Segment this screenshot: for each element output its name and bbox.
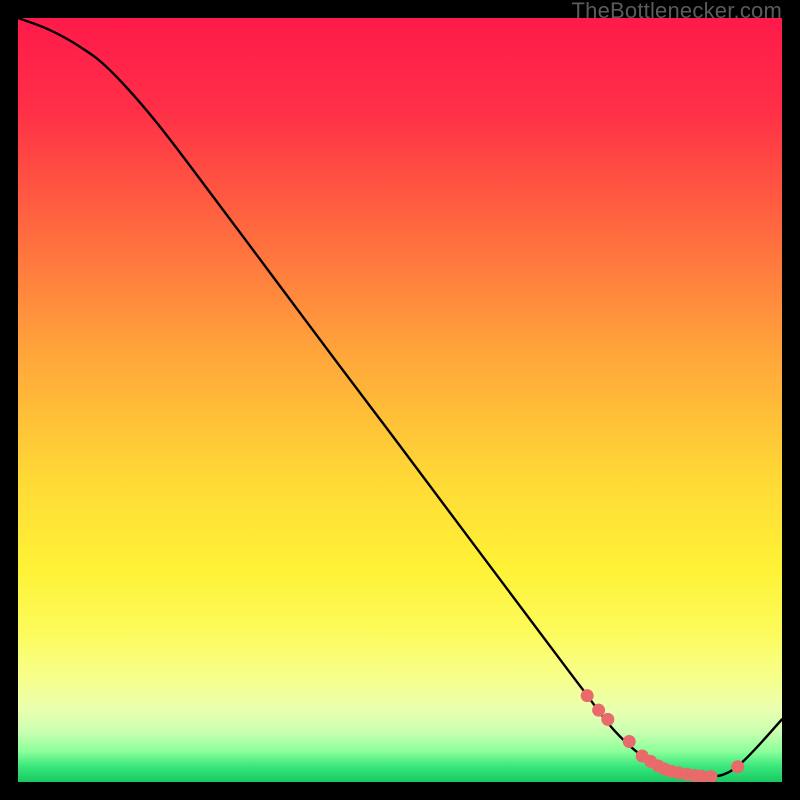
highlight-dot bbox=[601, 713, 614, 726]
gradient-background bbox=[18, 18, 782, 782]
chart-frame bbox=[18, 18, 782, 782]
highlight-dot bbox=[581, 689, 594, 702]
chart-svg bbox=[18, 18, 782, 782]
highlight-dot bbox=[592, 704, 605, 717]
watermark-text: TheBottlenecker.com bbox=[572, 0, 782, 24]
highlight-dot bbox=[623, 735, 636, 748]
highlight-dot bbox=[731, 760, 744, 773]
